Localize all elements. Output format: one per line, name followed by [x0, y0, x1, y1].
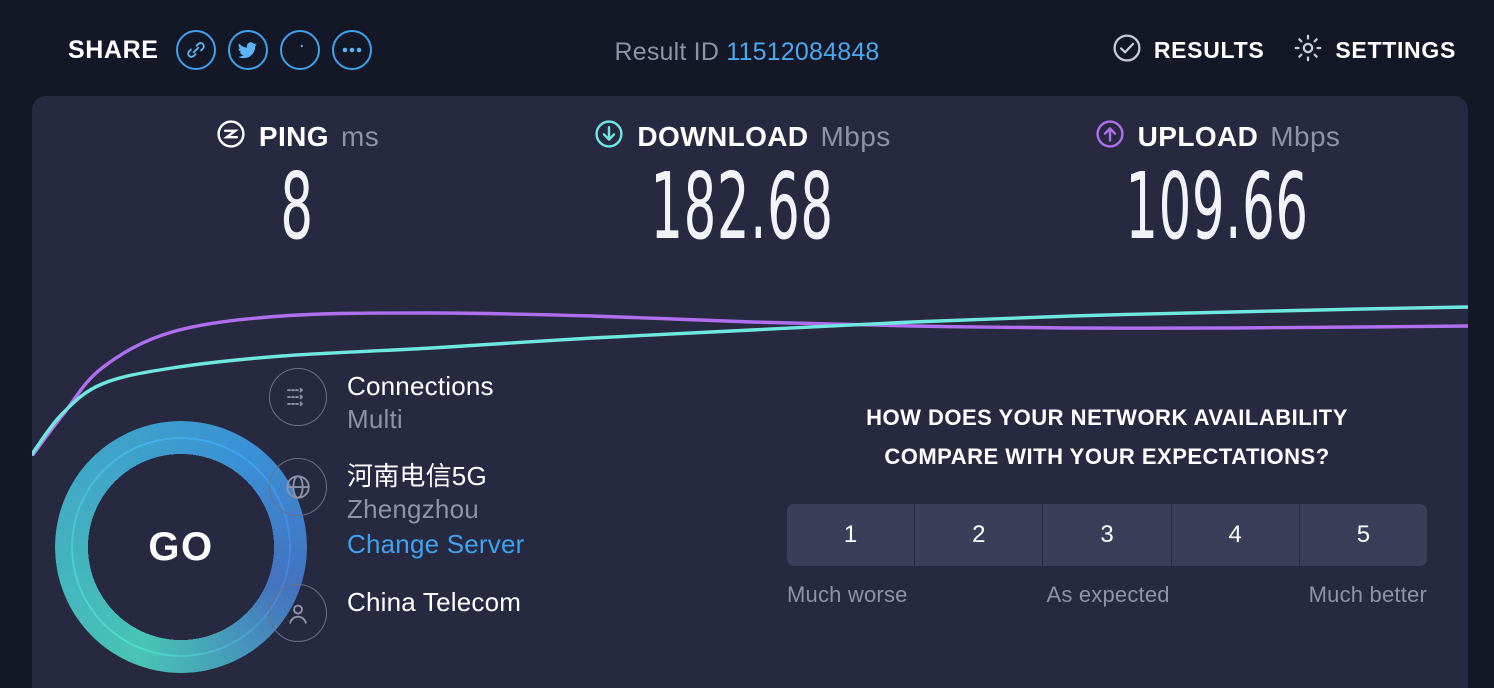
upload-value: 109.66	[1125, 153, 1309, 260]
upload-arrow-icon	[1094, 118, 1126, 155]
rating-button-3[interactable]: 3	[1043, 504, 1172, 566]
rating-button-4[interactable]: 4	[1171, 504, 1300, 566]
rating-legend-right: Much better	[1308, 582, 1427, 607]
rating-legend-center: As expected	[1046, 582, 1170, 607]
connections-multi-icon	[269, 368, 327, 426]
upload-label: UPLOAD	[1137, 120, 1259, 152]
network-survey: HOW DOES YOUR NETWORK AVAILABILITY COMPA…	[787, 399, 1427, 608]
user-isp-icon	[269, 583, 327, 642]
ping-label: PING	[258, 120, 329, 152]
download-label: DOWNLOAD	[637, 120, 809, 152]
result-panel: PING ms 8 DOWNLOAD Mbps 182.68 UPLOAD Mb…	[32, 96, 1468, 688]
upload-unit: Mbps	[1270, 120, 1341, 152]
rating-legend-left: Much worse	[787, 582, 908, 607]
connections-row: Connections Multi	[269, 368, 689, 436]
gear-icon	[1292, 32, 1324, 69]
settings-label: SETTINGS	[1335, 37, 1456, 63]
connections-label: Connections	[347, 371, 494, 401]
download-arrow-icon	[593, 118, 625, 155]
result-id-label: Result ID	[614, 38, 720, 66]
server-name: 河南电信5G	[347, 461, 487, 492]
change-server-link[interactable]: Change Server	[347, 527, 524, 562]
rating-button-2[interactable]: 2	[915, 504, 1044, 566]
server-row: 河南电信5G Zhengzhou Change Server	[269, 458, 689, 561]
rating-button-1[interactable]: 1	[787, 504, 916, 566]
page-header: SHARE Result ID 11512084848 RESULTS SETT…	[0, 0, 1494, 96]
survey-title-line2: COMPARE WITH YOUR EXPECTATIONS?	[884, 443, 1330, 469]
connections-value[interactable]: Multi	[347, 403, 494, 437]
ping-unit: ms	[340, 120, 380, 152]
settings-button[interactable]: SETTINGS	[1292, 32, 1456, 69]
metrics-row: PING ms 8 DOWNLOAD Mbps 182.68 UPLOAD Mb…	[32, 96, 1468, 276]
download-value: 182.68	[650, 153, 834, 260]
results-button[interactable]: RESULTS	[1111, 32, 1265, 69]
server-city: Zhengzhou	[347, 493, 479, 524]
connection-info: Connections Multi 河南电信5G Zhengzhou Chang…	[269, 368, 689, 664]
rating-scale: 1 2 3 4 5	[787, 504, 1427, 566]
download-unit: Mbps	[820, 120, 891, 152]
globe-server-icon	[269, 458, 327, 517]
ping-latency-icon	[215, 118, 247, 155]
survey-title-line1: HOW DOES YOUR NETWORK AVAILABILITY	[866, 405, 1348, 430]
metric-ping: PING ms 8	[87, 118, 507, 260]
results-label: RESULTS	[1153, 37, 1265, 63]
isp-name: China Telecom	[347, 586, 522, 617]
metric-upload: UPLOAD Mbps 109.66	[967, 118, 1467, 260]
header-actions: RESULTS SETTINGS	[1111, 32, 1456, 69]
isp-row: China Telecom	[269, 583, 689, 642]
check-circle-icon	[1111, 32, 1143, 69]
survey-title: HOW DOES YOUR NETWORK AVAILABILITY COMPA…	[787, 399, 1427, 476]
rating-button-5[interactable]: 5	[1299, 504, 1427, 566]
ping-value: 8	[280, 153, 314, 260]
metric-download: DOWNLOAD Mbps 182.68	[452, 118, 1032, 260]
rating-legend: Much worse As expected Much better	[787, 582, 1427, 608]
speedtest-result-page: SHARE Result ID 11512084848 RESULTS SETT…	[0, 0, 1494, 688]
result-id-value[interactable]: 11512084848	[726, 38, 879, 66]
